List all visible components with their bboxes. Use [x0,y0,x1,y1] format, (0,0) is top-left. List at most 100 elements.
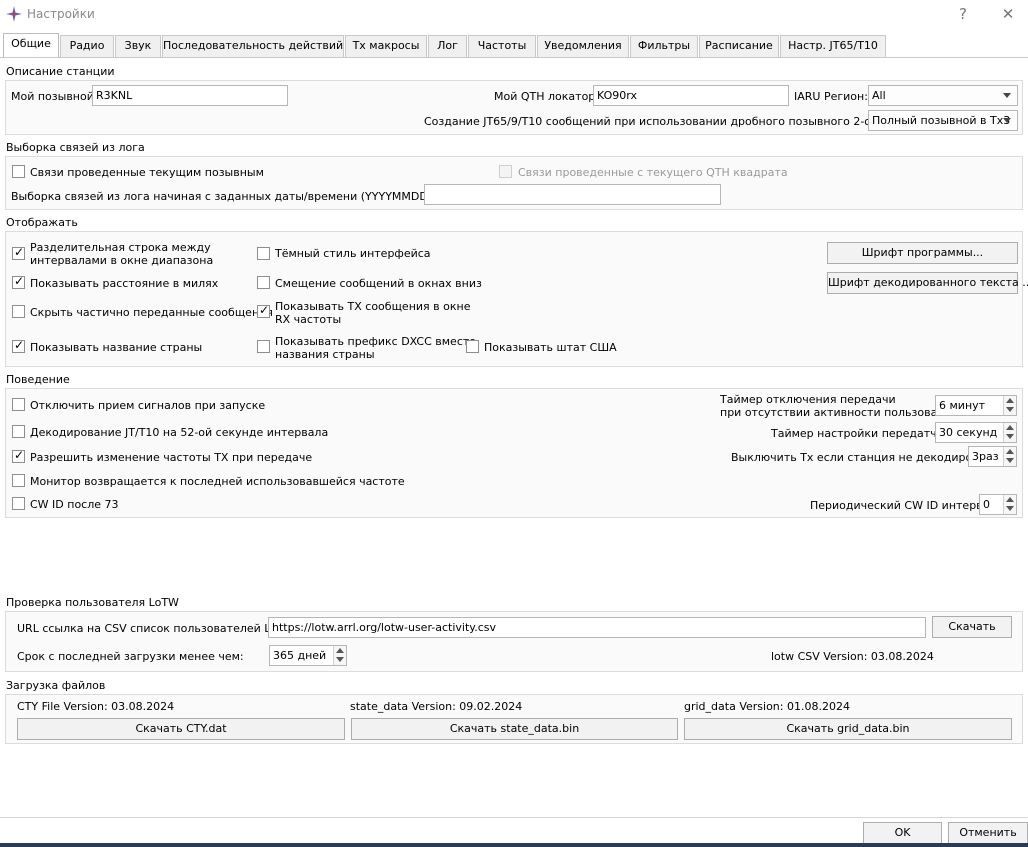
cancel-button[interactable]: Отменить [948,822,1028,844]
tab-notifications[interactable]: Уведомления [537,35,629,57]
arrow-up-icon [1006,425,1014,430]
lotw-age-label: Срок с последней загрузки менее чем: [17,650,244,663]
spin-buttons[interactable] [1003,423,1016,442]
checkmark-icon: ✓ [14,338,25,352]
separator-label-line1: Разделительная строка между [30,241,211,254]
font-app-button[interactable]: Шрифт программы... [827,242,1018,264]
tab-general[interactable]: Общие [3,33,59,58]
close-window-button[interactable]: ✕ [996,4,1020,24]
cw-interval-value: 0 [983,498,990,511]
arrow-up-icon [1006,398,1014,403]
log-date-input[interactable] [424,184,721,205]
callsign-input[interactable]: R3KNL [92,85,288,106]
spin-buttons[interactable] [1003,447,1016,466]
tx-timeout-spinbox[interactable]: 6 минут [935,395,1017,416]
lotw-url-label: URL ссылка на CSV список пользователей L… [17,622,298,635]
station-section-header: Описание станции [6,65,115,78]
ok-button[interactable]: OK [863,822,942,844]
spin-buttons[interactable] [1003,495,1016,514]
disable-tx-spinbox[interactable]: 3раз [968,446,1017,467]
show-tx-rx-label-line1: Показывать TX сообщения в окне [275,300,471,313]
us-state-label: Показывать штат США [484,341,617,354]
arrow-down-icon [336,657,344,662]
tab-tx-macros[interactable]: Tx макросы [345,35,427,57]
qth-input[interactable]: KO90rx [593,85,789,106]
grid-version: grid_data Version: 01.08.2024 [684,700,850,713]
arrow-up-icon [1006,497,1014,502]
country-name-label: Показывать название страны [30,341,203,354]
cw-interval-label: Периодический CW ID интервал: [810,499,1001,512]
monitor-return-checkbox[interactable] [12,474,25,487]
cw-id-label: CW ID после 73 [30,498,119,511]
spin-buttons[interactable] [1003,396,1016,415]
tab-log[interactable]: Лог [428,35,467,57]
lotw-url-input[interactable]: https://lotw.arrl.org/lotw-user-activity… [268,617,926,638]
jt-compound-select-value: Полный позывной в Tx3 [872,114,1011,127]
arrow-down-icon [1006,407,1014,412]
current-call-label: Связи проведенные текущим позывным [30,166,264,179]
monitor-return-label: Монитор возвращается к последней использ… [30,475,405,488]
cw-interval-spinbox[interactable]: 0 [979,494,1017,515]
distance-miles-label: Показывать расстояние в милях [30,277,219,290]
arrow-up-icon [1006,449,1014,454]
iaru-select[interactable]: All [868,85,1018,106]
qth-label: Мой QTH локатор: [494,90,599,103]
us-state-checkbox[interactable] [466,340,479,353]
title-bar: Настройки ? ✕ [0,0,1028,28]
window-title: Настройки [27,7,95,21]
dxcc-prefix-label-line2: названия страны [275,348,375,361]
tab-jt65-settings[interactable]: Настр. JT65/T10 [780,35,886,57]
font-decoded-button[interactable]: Шрифт декодированного текста ... [827,272,1028,294]
tab-pane-border [0,57,1028,58]
arrow-up-icon [336,648,344,653]
checkmark-icon: ✓ [14,448,25,462]
dark-style-checkbox[interactable] [257,247,270,260]
tab-sequencing[interactable]: Последовательность действий [162,35,344,57]
log-date-label: Выборка связей из лога начиная с заданны… [11,190,482,203]
cw-id-checkbox[interactable] [12,497,25,510]
jt-compound-select[interactable]: Полный позывной в Tx3 [868,110,1018,131]
tab-schedule[interactable]: Расписание [699,35,779,57]
download-grid-button[interactable]: Скачать grid_data.bin [684,718,1012,740]
tuner-timer-spinbox[interactable]: 30 секунд [935,422,1017,443]
disable-rx-label: Отключить прием сигналов при запуске [30,399,266,412]
show-tx-rx-label-line2: RX частоты [275,313,342,326]
taskbar-edge [0,843,1028,847]
help-button[interactable]: ? [951,4,975,24]
arrow-down-icon [1006,434,1014,439]
tab-filters[interactable]: Фильтры [630,35,698,57]
show-tx-rx-checkbox[interactable]: ✓ [257,303,270,318]
dxcc-prefix-label-line1: Показывать префикс DXCC вместо [275,335,477,348]
decode-52-checkbox[interactable] [12,425,25,438]
current-call-checkbox[interactable] [12,165,25,178]
hide-partial-checkbox[interactable] [12,305,25,318]
spin-buttons[interactable] [333,646,346,665]
arrow-down-icon [1006,458,1014,463]
download-state-button[interactable]: Скачать state_data.bin [351,718,678,740]
distance-miles-checkbox[interactable]: ✓ [12,274,25,289]
tab-frequencies[interactable]: Частоты [468,35,536,57]
separator-checkbox[interactable]: ✓ [12,245,25,260]
hide-partial-label: Скрыть частично переданные сообщения [30,306,273,319]
shift-down-checkbox[interactable] [257,276,270,289]
separator-label-line2: интервалами в окне диапазона [30,254,214,267]
lotw-age-spinbox[interactable]: 365 дней [269,645,347,666]
tx-timeout-value: 6 минут [939,399,986,412]
tab-radio[interactable]: Радио [60,35,114,57]
lotw-csv-version: lotw CSV Version: 03.08.2024 [771,650,934,663]
chevron-down-icon [1003,118,1011,123]
checkmark-icon: ✓ [14,245,25,259]
current-qth-checkbox[interactable] [499,165,512,178]
current-qth-label: Связи проведенные с текущего QTH квадрат… [518,166,788,179]
allow-tx-freq-checkbox[interactable]: ✓ [12,448,25,463]
dxcc-prefix-checkbox[interactable] [257,340,270,353]
lotw-download-button[interactable]: Скачать [932,616,1012,638]
shift-down-label: Смещение сообщений в окнах вниз [275,277,482,290]
tx-timeout-label-line1: Таймер отключения передачи [720,393,896,406]
country-name-checkbox[interactable]: ✓ [12,338,25,353]
download-cty-button[interactable]: Скачать CTY.dat [17,718,345,740]
footer-divider [0,817,1028,818]
tuner-timer-label: Таймер настройки передатчика [771,427,958,440]
tab-audio[interactable]: Звук [115,35,161,57]
disable-rx-checkbox[interactable] [12,398,25,411]
